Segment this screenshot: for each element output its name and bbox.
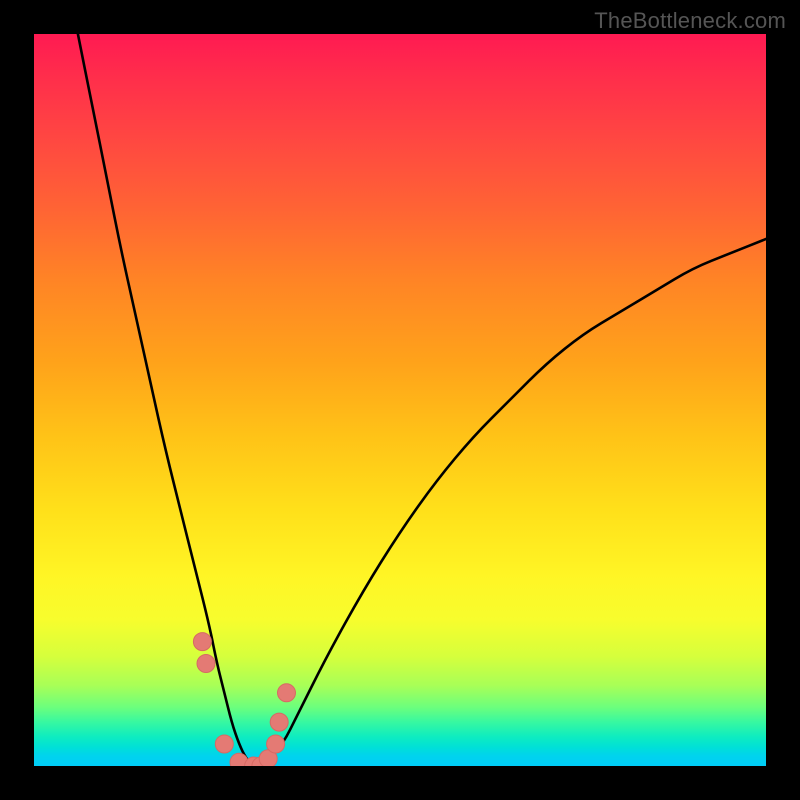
bottleneck-curve-path xyxy=(78,34,766,766)
data-marker xyxy=(267,735,285,753)
chart-svg xyxy=(34,34,766,766)
watermark-text: TheBottleneck.com xyxy=(594,8,786,34)
data-marker xyxy=(197,655,215,673)
data-marker xyxy=(193,633,211,651)
marker-group xyxy=(193,633,295,766)
plot-area xyxy=(34,34,766,766)
data-marker xyxy=(270,713,288,731)
data-marker xyxy=(278,684,296,702)
data-marker xyxy=(215,735,233,753)
chart-frame: TheBottleneck.com xyxy=(0,0,800,800)
